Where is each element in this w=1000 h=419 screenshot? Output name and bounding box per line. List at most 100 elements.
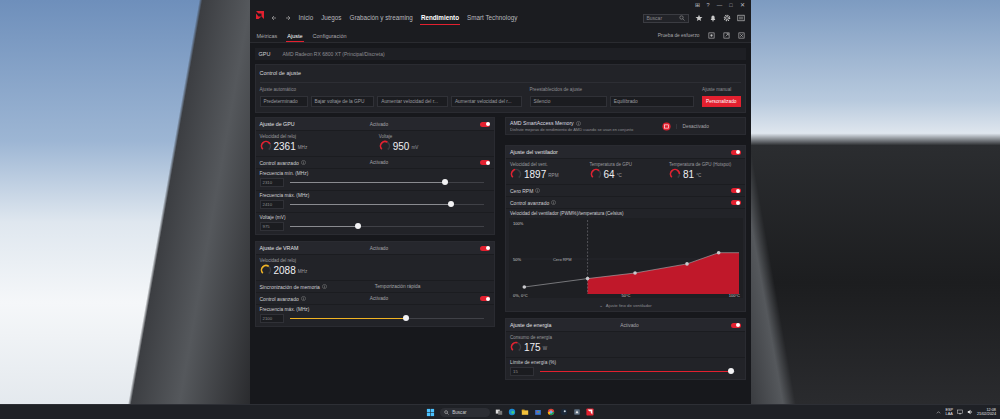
info-icon[interactable]	[535, 188, 540, 193]
device-selector[interactable]: AMD Radeon RX 6800 XT (Principal/Discret…	[282, 51, 384, 57]
option-list: PredeterminadoBajar voltaje de la GPUAum…	[260, 96, 522, 107]
search-field[interactable]: Buscar	[643, 14, 689, 23]
tuning-panel: Ajuste de VRAMActivadoVelocidad del relo…	[255, 241, 496, 327]
fan-curve-chart[interactable]: 100%50%0%, 0°C50°C100°CCero RPM	[509, 218, 743, 298]
slider-thumb[interactable]	[442, 179, 448, 185]
steam-icon[interactable]	[560, 408, 568, 416]
readout-unit: °C	[617, 173, 622, 180]
toggle-switch[interactable]	[731, 188, 741, 193]
edge-icon[interactable]	[508, 408, 516, 416]
info-icon[interactable]	[551, 200, 556, 205]
window-control[interactable]: —	[717, 3, 723, 9]
slider-thumb[interactable]	[448, 201, 454, 207]
panel-title: Ajuste de energía	[510, 322, 620, 328]
taskbar-search[interactable]: Buscar	[440, 408, 490, 417]
tuning-option-button[interactable]: Personalizado	[702, 96, 740, 107]
gauge-icon	[260, 140, 272, 152]
store-icon[interactable]	[534, 408, 542, 416]
slider-track[interactable]	[290, 204, 485, 206]
toggle-switch[interactable]	[480, 160, 490, 165]
slider-track[interactable]	[540, 371, 735, 373]
menu-icon[interactable]	[737, 14, 745, 22]
tray-chevron-icon[interactable]	[936, 410, 941, 415]
windows-start-icon[interactable]	[426, 408, 435, 417]
curve-point[interactable]	[685, 262, 689, 266]
tuning-option-button[interactable]: Aumentar velocidad del r...	[377, 96, 448, 107]
game-icon[interactable]	[573, 408, 581, 416]
slider-track[interactable]	[290, 226, 485, 228]
slider-thumb[interactable]	[403, 315, 409, 321]
window-control[interactable]: ⊞	[695, 3, 700, 9]
readout-label: Velocidad del reloj	[260, 134, 371, 139]
readout-label: Velocidad del reloj	[260, 258, 491, 263]
stress-test-button[interactable]: Prueba de esfuerzo	[658, 33, 700, 38]
panel-title: Ajuste del ventilador	[510, 149, 620, 155]
toggle-switch[interactable]	[731, 323, 741, 328]
toggle-switch[interactable]	[731, 150, 741, 155]
amd-software-icon[interactable]	[586, 408, 594, 416]
setting-value[interactable]: Temporización rápida	[375, 284, 490, 289]
curve-point[interactable]	[586, 277, 590, 281]
nav-tab[interactable]: Grabación y streaming	[349, 11, 414, 25]
curve-point[interactable]	[633, 271, 637, 275]
feature-state[interactable]: Desactivado	[676, 124, 741, 129]
sub-tab[interactable]: Métricas	[256, 30, 279, 42]
curve-point[interactable]	[717, 251, 721, 255]
volume-icon[interactable]	[967, 409, 973, 415]
slider-value-field[interactable]: 2410	[260, 200, 284, 209]
toggle-switch[interactable]	[480, 246, 490, 251]
tuning-option-button[interactable]: Silencio	[530, 96, 607, 107]
nav-tab[interactable]: Rendimiento	[420, 11, 460, 25]
slider-thumb[interactable]	[355, 223, 361, 229]
export-icon[interactable]	[723, 32, 730, 39]
task-view-icon[interactable]	[495, 408, 503, 416]
record-icon[interactable]	[708, 32, 715, 39]
curve-point[interactable]	[523, 285, 527, 289]
nav-tab[interactable]: Smart Technology	[466, 11, 518, 25]
slider-thumb[interactable]	[728, 368, 734, 374]
slider-value-field[interactable]: 2310	[260, 178, 284, 187]
nav-tab[interactable]: Inicio	[298, 11, 315, 25]
file-explorer-icon[interactable]	[521, 408, 529, 416]
info-icon[interactable]	[301, 160, 306, 165]
tuning-option-button[interactable]: Bajar voltaje de la GPU	[311, 96, 375, 107]
panel-state: Activado	[370, 122, 480, 127]
slider-label: Frecuencia máx. (MHz)	[260, 307, 491, 312]
info-icon[interactable]	[576, 121, 581, 126]
panel-header: Ajuste de energíaActivado	[506, 319, 745, 332]
sub-tab[interactable]: Configuración	[312, 30, 348, 42]
forward-arrow-icon[interactable]	[284, 14, 292, 22]
slider-value-field[interactable]: 15	[510, 367, 534, 376]
slider-track[interactable]	[290, 318, 485, 320]
reset-icon[interactable]	[738, 32, 745, 39]
tuning-option-button[interactable]: Equilibrado	[610, 96, 694, 107]
nav-tab[interactable]: Juegos	[320, 11, 342, 25]
clock[interactable]: 12:0821/02/2024	[977, 408, 996, 417]
tuning-option-button[interactable]: Aumentar velocidad del r...	[451, 96, 522, 107]
info-icon[interactable]	[301, 296, 306, 301]
bell-icon[interactable]	[709, 14, 717, 22]
star-icon[interactable]	[695, 14, 703, 22]
language-indicator[interactable]: ESPLAA	[945, 408, 953, 417]
sub-tab[interactable]: Ajuste	[286, 30, 303, 42]
slider-track[interactable]	[290, 182, 485, 184]
gear-icon[interactable]	[723, 14, 731, 22]
window-control[interactable]: ✕	[740, 3, 745, 9]
readout: Temperatura de GPU (Hotspot)81°C	[669, 162, 741, 180]
amd-logo[interactable]	[250, 0, 270, 29]
toggle-switch[interactable]	[480, 296, 490, 301]
back-arrow-icon[interactable]	[270, 14, 278, 22]
info-icon[interactable]	[322, 284, 327, 289]
slider-value-field[interactable]: 975	[260, 222, 284, 231]
tuning-option-button[interactable]: Predeterminado	[260, 96, 308, 107]
slider-value-field[interactable]: 2100	[260, 314, 284, 323]
window-control[interactable]: □	[729, 3, 732, 9]
slider-label: Frecuencia mín. (MHz)	[260, 171, 491, 176]
window-control[interactable]: ?	[707, 3, 710, 9]
fine-tune-toggle[interactable]: ⌄Ajuste fino de ventilador	[509, 300, 742, 309]
network-icon[interactable]	[957, 409, 963, 415]
toggle-switch[interactable]	[731, 200, 741, 205]
chrome-icon[interactable]	[547, 408, 555, 416]
toggle-switch[interactable]	[480, 122, 490, 127]
readout-value: 81	[683, 169, 694, 180]
